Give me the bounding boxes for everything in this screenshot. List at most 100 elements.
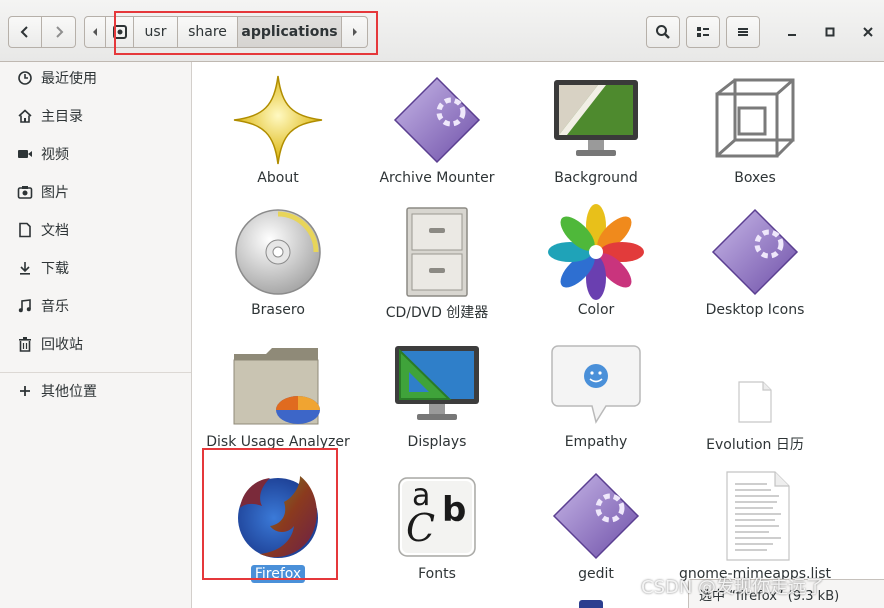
video-icon (17, 146, 33, 162)
close-icon (863, 27, 873, 37)
file-item-background[interactable]: Background (509, 66, 668, 196)
file-name: About (257, 170, 299, 186)
sidebar-item-label: 主目录 (41, 109, 83, 125)
maximize-icon (825, 27, 835, 37)
file-item-evolution-calendar[interactable]: Evolution 日历 (668, 330, 827, 460)
clock-icon (17, 70, 33, 86)
search-button[interactable] (646, 16, 680, 48)
fonts-glyph-c: C (406, 506, 436, 550)
file-name: Boxes (734, 170, 776, 186)
sidebar-item-music[interactable]: 音乐 (0, 290, 191, 322)
file-item-brasero[interactable]: Brasero (193, 198, 350, 328)
places-sidebar: 最近使用 主目录 视频 图片 文档 下载 音乐 回收站 其他位置 (0, 62, 192, 608)
breadcrumb-share[interactable]: share (178, 16, 238, 48)
sidebar-item-home[interactable]: 主目录 (0, 100, 191, 132)
triangle-left-icon (93, 28, 97, 36)
sidebar-item-videos[interactable]: 视频 (0, 138, 191, 170)
file-item-firefox[interactable]: Firefox (193, 462, 350, 592)
sidebar-item-label: 回收站 (41, 337, 83, 353)
breadcrumb: usr share applications (84, 16, 368, 48)
file-name: Archive Mounter (379, 170, 495, 186)
chat-bubble-smiley-icon (551, 345, 641, 424)
breadcrumb-applications[interactable]: applications (238, 16, 342, 48)
forward-button[interactable] (42, 16, 76, 48)
file-name: Brasero (251, 302, 305, 318)
sidebar-item-label: 文档 (41, 223, 69, 239)
breadcrumb-scroll-right[interactable] (342, 16, 368, 48)
file-item-archive-mounter[interactable]: Archive Mounter (350, 66, 509, 196)
sidebar-item-label: 其他位置 (41, 384, 97, 400)
fonts-glyph-b: b (442, 490, 467, 530)
file-name: Displays (407, 434, 467, 450)
maximize-button[interactable] (820, 22, 840, 42)
file-name: Background (554, 170, 638, 186)
sidebar-item-downloads[interactable]: 下载 (0, 252, 191, 284)
download-icon (17, 260, 33, 276)
file-item-displays[interactable]: Displays (350, 330, 509, 460)
sidebar-item-pictures[interactable]: 图片 (0, 176, 191, 208)
monitor-wallpaper-icon (554, 80, 638, 156)
minimize-button[interactable] (782, 22, 802, 42)
folder-pie-chart-icon (233, 348, 320, 425)
breadcrumb-scroll-left[interactable] (84, 16, 106, 48)
file-item-cd-dvd-creator[interactable]: CD/DVD 创建器 (350, 198, 509, 328)
file-item-color[interactable]: Color (509, 198, 668, 328)
minimize-icon (788, 34, 796, 36)
sidebar-item-other-locations[interactable]: 其他位置 (0, 375, 191, 407)
file-name: Fonts (418, 566, 456, 582)
file-name: CD/DVD 创建器 (385, 305, 489, 321)
chevron-right-icon (55, 26, 63, 38)
firefox-logo-icon (238, 476, 318, 558)
back-button[interactable] (8, 16, 42, 48)
file-item-boxes[interactable]: Boxes (668, 66, 827, 196)
file-item-fonts[interactable]: a b C Fonts (350, 462, 509, 592)
fonts-icon (398, 477, 476, 557)
sidebar-item-label: 最近使用 (41, 71, 97, 87)
watermark: CSDN @发现你走远了 (641, 577, 825, 598)
view-toggle-button[interactable] (686, 16, 720, 48)
header-bar: usr share applications (0, 0, 884, 62)
close-button[interactable] (858, 22, 878, 42)
filing-cabinet-icon (406, 207, 468, 297)
sidebar-item-recent[interactable]: 最近使用 (0, 62, 191, 94)
wireframe-cube-icon (715, 78, 795, 158)
star-icon (233, 75, 323, 165)
blank-file-icon (738, 381, 772, 423)
file-name: Desktop Icons (705, 302, 805, 318)
file-name: Color (577, 302, 615, 318)
file-name: Firefox (193, 565, 365, 583)
hamburger-menu-icon (738, 28, 748, 36)
trash-icon (17, 336, 33, 352)
list-view-icon (697, 27, 709, 37)
menu-button[interactable] (726, 16, 760, 48)
file-item-empathy[interactable]: Empathy (509, 330, 668, 460)
sidebar-item-label: 图片 (41, 185, 69, 201)
document-icon (17, 222, 33, 238)
home-icon (17, 108, 33, 124)
search-icon (656, 25, 670, 39)
camera-icon (17, 184, 33, 200)
sidebar-item-label: 音乐 (41, 299, 69, 315)
file-item-about[interactable]: About (193, 66, 350, 196)
plus-icon (17, 383, 33, 399)
file-name: Disk Usage Analyzer (206, 434, 350, 450)
chevron-left-icon (20, 26, 28, 38)
music-icon (17, 298, 33, 314)
display-monitor-icon (395, 346, 479, 420)
optical-disc-icon (235, 209, 321, 295)
extension-icon (711, 208, 799, 296)
file-icon-grid: About Archive Mounter Background Boxes B… (193, 62, 884, 608)
triangle-right-icon (352, 28, 357, 36)
color-flower-icon (548, 204, 644, 300)
next-row-item-partial[interactable] (579, 600, 603, 608)
gedit-icon (552, 472, 640, 560)
file-name: Empathy (564, 434, 628, 450)
sidebar-item-documents[interactable]: 文档 (0, 214, 191, 246)
file-item-desktop-icons[interactable]: Desktop Icons (668, 198, 827, 328)
breadcrumb-root[interactable] (106, 16, 134, 48)
sidebar-item-trash[interactable]: 回收站 (0, 328, 191, 360)
sidebar-item-label: 视频 (41, 147, 69, 163)
history-nav (8, 16, 76, 48)
file-item-disk-usage-analyzer[interactable]: Disk Usage Analyzer (193, 330, 350, 460)
breadcrumb-usr[interactable]: usr (134, 16, 178, 48)
